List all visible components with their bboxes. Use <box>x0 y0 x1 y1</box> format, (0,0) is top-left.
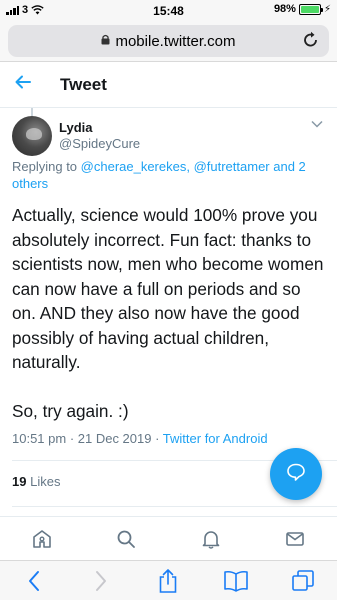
url-text: mobile.twitter.com <box>115 32 236 50</box>
divider <box>12 506 337 507</box>
likes-label: Likes <box>30 474 61 489</box>
page-header: Tweet <box>0 62 337 108</box>
reply-prefix: Replying to <box>12 159 81 174</box>
battery-icon <box>298 3 323 15</box>
thread-line <box>31 108 33 116</box>
charging-icon: ⚡ <box>323 3 331 15</box>
battery-percent: 98% <box>273 3 296 15</box>
reply-bubble-icon <box>286 462 306 487</box>
reply-button[interactable] <box>270 448 322 500</box>
home-icon[interactable] <box>22 519 62 559</box>
battery-group: 98% ⚡ <box>274 3 331 15</box>
likes-number: 19 <box>12 474 27 489</box>
reply-context: Replying to @cherae_kerekes, @futrettame… <box>12 158 312 192</box>
bottom-nav <box>0 516 337 560</box>
arrow-left-icon[interactable] <box>14 73 32 97</box>
back-icon[interactable] <box>14 563 54 599</box>
tweet-meta: 10:51 pm · 21 Dec 2019 · Twitter for And… <box>12 431 268 446</box>
search-icon[interactable] <box>106 519 146 559</box>
address-bar[interactable]: mobile.twitter.com <box>8 25 329 57</box>
notifications-icon[interactable] <box>191 519 231 559</box>
chevron-down-icon[interactable] <box>311 117 323 131</box>
likes-count[interactable]: 19 Likes <box>12 474 60 489</box>
browser-toolbar <box>0 560 337 600</box>
author-handle[interactable]: @SpideyCure <box>59 136 140 151</box>
share-icon[interactable] <box>148 563 188 599</box>
author-name[interactable]: Lydia <box>59 120 92 135</box>
page-title: Tweet <box>60 75 107 94</box>
messages-icon[interactable] <box>275 519 315 559</box>
tweet-text: Actually, science would 100% prove you a… <box>12 205 324 421</box>
lock-icon <box>101 34 110 48</box>
status-bar: 3 15:48 98% ⚡ <box>0 0 337 20</box>
tabs-icon[interactable] <box>283 563 323 599</box>
browser-chrome: mobile.twitter.com <box>0 20 337 62</box>
reload-icon[interactable] <box>303 31 319 54</box>
reply-mentions[interactable]: @cherae_kerekes, @futrettamer <box>81 159 270 174</box>
forward-icon[interactable] <box>81 563 121 599</box>
tweet-source[interactable]: Twitter for Android <box>163 431 268 446</box>
bookmarks-icon[interactable] <box>216 563 256 599</box>
tweet-timestamp[interactable]: 10:51 pm · 21 Dec 2019 · <box>12 431 163 446</box>
avatar[interactable] <box>12 116 52 156</box>
